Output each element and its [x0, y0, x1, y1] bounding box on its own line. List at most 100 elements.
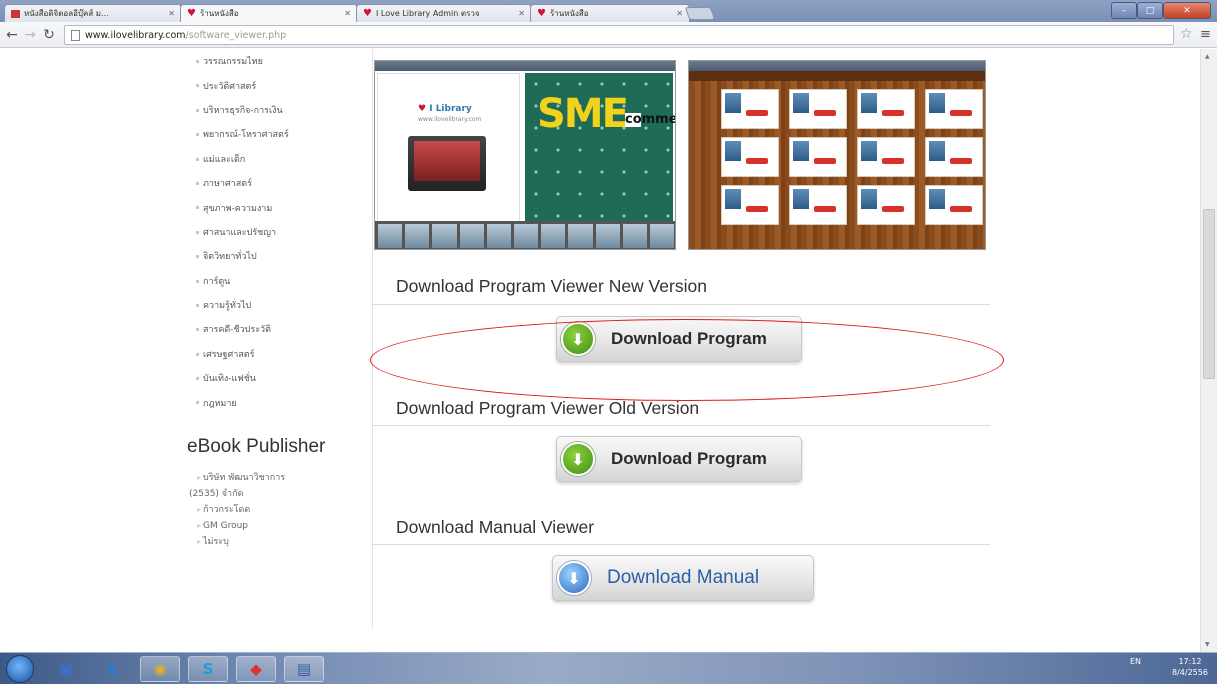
viewer-screenshot-1: ♥ I Library www.ilovelibrary.com SME com…	[374, 60, 676, 250]
heart-icon: ♥	[363, 7, 372, 19]
close-icon[interactable]: ✕	[340, 9, 351, 18]
scrollbar-thumb[interactable]	[1203, 209, 1215, 379]
tab-1[interactable]: หนังสือดิจิตอลอีบุ๊คส์ ม... ✕	[4, 4, 182, 22]
sidebar-category-item[interactable]: บันเทิง-แฟชั่น	[187, 366, 370, 390]
sidebar-category-item[interactable]: พยากรณ์-โหราศาสตร์	[187, 122, 370, 146]
bookshelf-header	[689, 71, 985, 81]
manual-heading: Download Manual Viewer	[396, 517, 595, 537]
windows-taskbar: ▣ e ◉ S ◆ ▤ EN 17:12 8/4/2556	[0, 652, 1217, 684]
thumbnail-strip	[375, 221, 675, 249]
download-arrow-icon: ⬇	[557, 561, 591, 595]
download-manual-label: Download Manual	[607, 567, 760, 588]
new-version-heading: Download Program Viewer New Version	[396, 276, 707, 296]
tab-3-title: I Love Library Admin ตรวจ	[376, 9, 480, 18]
laptop-image	[408, 136, 486, 191]
tab-1-title: หนังสือดิจิตอลอีบุ๊คส์ ม...	[24, 9, 109, 18]
browser-toolbar: ← → ↻ www.ilovelibrary.com/software_view…	[0, 22, 1217, 48]
url-path: /software_viewer.php	[185, 29, 287, 41]
menu-icon[interactable]: ≡	[1200, 27, 1211, 42]
skype-icon[interactable]: S	[188, 656, 228, 682]
download-program-old-label: Download Program	[611, 449, 767, 468]
close-icon[interactable]: ✕	[514, 9, 525, 18]
viewer-screenshot-2	[688, 60, 986, 250]
tab-4-title: ร้านหนังสือ	[550, 9, 589, 18]
book-page-left: ♥ I Library www.ilovelibrary.com	[377, 73, 520, 223]
old-version-heading: Download Program Viewer Old Version	[396, 398, 700, 418]
page-scrollbar[interactable]: ▲ ▼	[1200, 49, 1217, 652]
tray-lang[interactable]: EN	[1130, 657, 1141, 666]
tab-4[interactable]: ♥ ร้านหนังสือ ✕	[530, 4, 690, 22]
scroll-down-icon[interactable]: ▼	[1205, 641, 1210, 648]
download-manual-button[interactable]: ⬇ Download Manual	[552, 555, 814, 601]
sidebar-category-item[interactable]: การ์ตูน	[187, 269, 370, 293]
section-divider	[372, 425, 990, 426]
forward-arrow-icon[interactable]: →	[22, 27, 38, 43]
sidebar-category-item[interactable]: เศรษฐศาสตร์	[187, 342, 370, 366]
book-page-right: SME commerce	[525, 73, 675, 223]
sidebar: วรรณกรรมไทย ประวัติศาสตร์ บริหารธุรกิจ-การ…	[187, 49, 370, 550]
publisher-item[interactable]: ก้าวกระโดด	[187, 502, 370, 518]
explorer-icon[interactable]: ▣	[46, 656, 86, 682]
viewer-titlebar	[689, 61, 985, 71]
download-program-old-button[interactable]: ⬇ Download Program	[556, 436, 802, 482]
sidebar-category-item[interactable]: ภาษาศาสตร์	[187, 171, 370, 195]
ecommerce-text: commerce	[625, 113, 675, 127]
sme-text: SME	[537, 91, 629, 137]
reload-icon[interactable]: ↻	[41, 27, 57, 43]
library-logo: ♥ I Library www.ilovelibrary.com	[418, 104, 482, 124]
sidebar-category-item[interactable]: แม่และเด็ก	[187, 147, 370, 171]
sidebar-category-item[interactable]: สารคดี-ชีวประวัติ	[187, 317, 370, 341]
publisher-item[interactable]: บริษัท พัฒนาวิชาการ	[187, 470, 370, 486]
category-list: วรรณกรรมไทย ประวัติศาสตร์ บริหารธุรกิจ-การ…	[187, 49, 370, 415]
sidebar-category-item[interactable]: กฎหมาย	[187, 390, 370, 414]
close-window-button[interactable]: ✕	[1163, 2, 1211, 19]
tab-2-title: ร้านหนังสือ	[200, 9, 239, 18]
close-icon[interactable]: ✕	[164, 9, 175, 18]
bookshelf-grid	[721, 89, 983, 225]
divider	[372, 49, 373, 629]
window-controls: – □ ✕	[1111, 2, 1213, 19]
document-icon[interactable]: ▤	[284, 656, 324, 682]
download-arrow-icon: ⬇	[561, 442, 595, 476]
heart-icon: ♥	[537, 7, 546, 19]
library-logo-text: I Library	[429, 104, 472, 114]
viewer-titlebar	[375, 61, 675, 71]
sidebar-category-item[interactable]: ศาสนาและปรัชญา	[187, 220, 370, 244]
tray-time: 17:12	[1178, 657, 1202, 666]
new-tab-button[interactable]	[684, 7, 716, 20]
chrome-icon[interactable]: ◉	[140, 656, 180, 682]
address-bar[interactable]: www.ilovelibrary.com/software_viewer.php	[64, 25, 1174, 45]
section-divider	[372, 544, 990, 545]
publisher-item[interactable]: ไม่ระบุ	[187, 534, 370, 550]
gmail-icon	[11, 9, 20, 18]
sidebar-category-item[interactable]: บริหารธุรกิจ-การเงิน	[187, 98, 370, 122]
sidebar-category-item[interactable]: จิตวิทยาทั่วไป	[187, 244, 370, 268]
publisher-title: eBook Publisher	[187, 435, 326, 457]
url-host: www.ilovelibrary.com	[85, 29, 186, 41]
tab-2[interactable]: ♥ ร้านหนังสือ ✕	[180, 4, 358, 22]
section-divider	[372, 304, 990, 305]
highlight-oval	[370, 319, 1004, 401]
minimize-button[interactable]: –	[1111, 2, 1137, 19]
scroll-up-icon[interactable]: ▲	[1205, 53, 1210, 60]
library-logo-url: www.ilovelibrary.com	[418, 116, 482, 123]
bookmark-star-icon[interactable]: ☆	[1180, 26, 1193, 42]
tray-clock[interactable]: 17:12 8/4/2556	[1172, 656, 1208, 678]
ie-icon[interactable]: e	[92, 656, 132, 682]
start-button[interactable]	[6, 655, 34, 683]
page-content: วรรณกรรมไทย ประวัติศาสตร์ บริหารธุรกิจ-การ…	[0, 49, 1200, 652]
back-arrow-icon[interactable]: ←	[4, 27, 20, 43]
publisher-item-cont[interactable]: (2535) จำกัด	[187, 486, 370, 502]
publisher-item[interactable]: GM Group	[187, 518, 370, 534]
tab-3[interactable]: ♥ I Love Library Admin ตรวจ ✕	[356, 4, 532, 22]
close-icon[interactable]: ✕	[672, 9, 683, 18]
heart-icon: ♥	[418, 104, 427, 114]
sidebar-category-item[interactable]: ประวัติศาสตร์	[187, 73, 370, 97]
tab-strip: หนังสือดิจิตอลอีบุ๊คส์ ม... ✕ ♥ ร้านหนัง…	[0, 0, 1217, 22]
sidebar-category-item[interactable]: ความรู้ทั่วไป	[187, 293, 370, 317]
heart-icon: ♥	[187, 7, 196, 19]
maximize-button[interactable]: □	[1137, 2, 1163, 19]
app-icon[interactable]: ◆	[236, 656, 276, 682]
sidebar-category-item[interactable]: วรรณกรรมไทย	[187, 49, 370, 73]
sidebar-category-item[interactable]: สุขภาพ-ความงาม	[187, 195, 370, 219]
